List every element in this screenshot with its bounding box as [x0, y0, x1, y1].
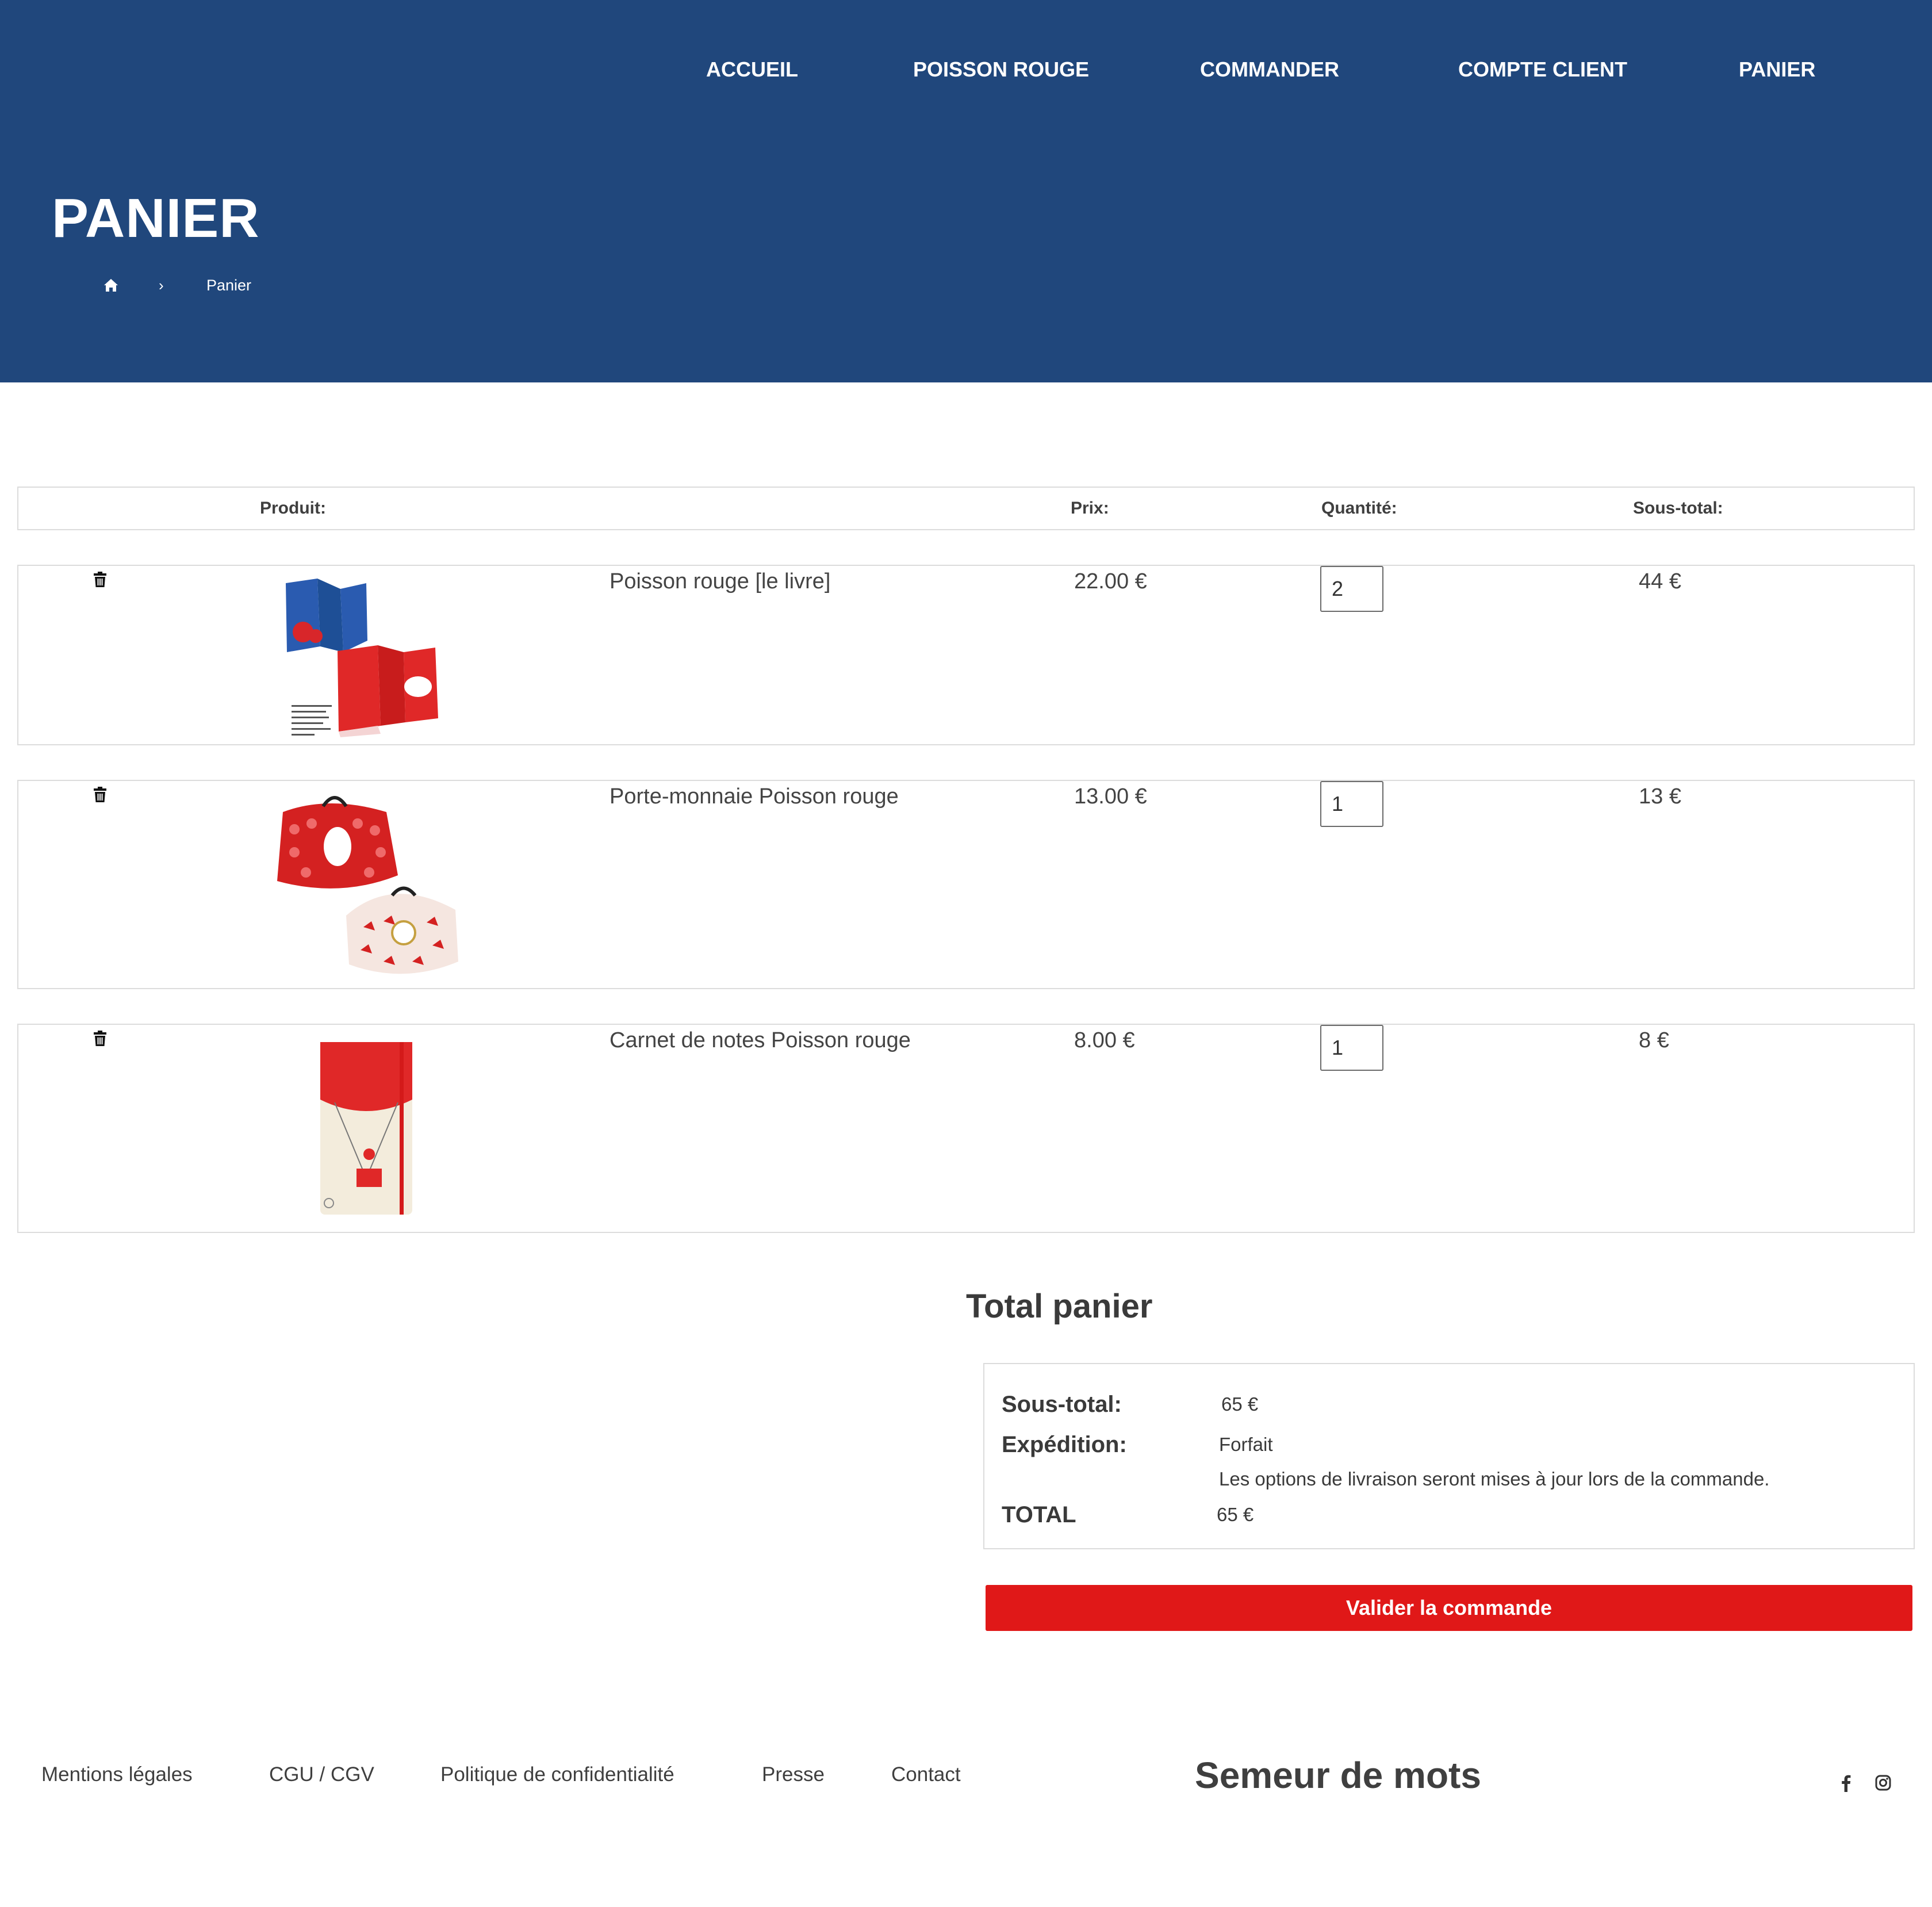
nav-item-poisson-rouge[interactable]: POISSON ROUGE — [913, 55, 1089, 84]
trash-icon[interactable] — [93, 1031, 107, 1047]
column-header-subtotal: Sous-total: — [1633, 499, 1723, 518]
total-value: 65 € — [1217, 1504, 1254, 1525]
nav-item-panier[interactable]: PANIER — [1739, 55, 1815, 84]
trash-icon[interactable] — [93, 787, 107, 803]
column-header-quantity: Quantité: — [1321, 499, 1397, 518]
facebook-icon[interactable] — [1838, 1774, 1855, 1792]
row-subtotal: 44 € — [1639, 569, 1681, 593]
nav-item-compte-client[interactable]: COMPTE CLIENT — [1458, 55, 1627, 84]
cart-row: Carnet de notes Poisson rouge 8.00 € 8 € — [17, 1024, 1915, 1233]
nav-item-accueil[interactable]: ACCUEIL — [706, 55, 798, 84]
checkout-button[interactable]: Valider la commande — [986, 1585, 1912, 1631]
footer-brand: Semeur de mots — [1195, 1755, 1481, 1796]
product-price: 8.00 € — [1074, 1028, 1135, 1052]
footer-link-mentions-legales[interactable]: Mentions légales — [41, 1759, 193, 1791]
cart-table-header: Produit: Prix: Quantité: Sous-total: — [17, 487, 1915, 530]
quantity-input[interactable] — [1320, 781, 1383, 827]
quantity-input[interactable] — [1320, 566, 1383, 612]
trash-icon[interactable] — [93, 572, 107, 588]
page-header: ACCUEIL POISSON ROUGE COMMANDER COMPTE C… — [0, 0, 1932, 382]
column-header-product: Produit: — [260, 499, 326, 518]
product-image-book[interactable] — [263, 572, 481, 738]
row-subtotal: 8 € — [1639, 1028, 1669, 1052]
breadcrumb-current: Panier — [206, 277, 252, 294]
shipping-value: Forfait — [1219, 1434, 1273, 1455]
footer-link-contact[interactable]: Contact — [891, 1759, 961, 1791]
quantity-input[interactable] — [1320, 1025, 1383, 1071]
shipping-label: Expédition: — [1002, 1432, 1127, 1457]
footer-link-privacy-policy[interactable]: Politique de confidentialité — [440, 1759, 674, 1791]
product-image-notebook[interactable] — [294, 1036, 438, 1220]
instagram-icon[interactable] — [1874, 1774, 1892, 1792]
shipping-note: Les options de livraison seront mises à … — [1219, 1468, 1770, 1489]
product-image-purse[interactable] — [260, 789, 484, 982]
footer-link-cgu-cgv[interactable]: CGU / CGV — [269, 1759, 374, 1791]
product-name[interactable]: Poisson rouge [le livre] — [610, 566, 931, 597]
cart-row: Porte-monnaie Poisson rouge 13.00 € 13 € — [17, 780, 1915, 989]
product-name[interactable]: Carnet de notes Poisson rouge — [610, 1025, 931, 1056]
cart-row: Poisson rouge [le livre] 22.00 € 44 € — [17, 565, 1915, 745]
nav-item-commander[interactable]: COMMANDER — [1200, 55, 1339, 84]
subtotal-value: 65 € — [1221, 1393, 1259, 1415]
home-icon[interactable] — [103, 278, 118, 292]
footer-link-presse[interactable]: Presse — [762, 1759, 825, 1791]
column-header-price: Prix: — [1071, 499, 1109, 518]
subtotal-label: Sous-total: — [1002, 1392, 1122, 1417]
total-label: TOTAL — [1002, 1502, 1076, 1527]
product-name[interactable]: Porte-monnaie Poisson rouge — [610, 781, 931, 812]
product-price: 13.00 € — [1074, 784, 1147, 809]
cart-totals-heading: Total panier — [966, 1288, 1153, 1325]
page-title: PANIER — [52, 187, 260, 249]
breadcrumb-separator: › — [159, 277, 164, 294]
product-price: 22.00 € — [1074, 569, 1147, 593]
cart-totals-box: Sous-total: 65 € Expédition: Forfait Les… — [983, 1363, 1915, 1549]
row-subtotal: 13 € — [1639, 784, 1681, 809]
